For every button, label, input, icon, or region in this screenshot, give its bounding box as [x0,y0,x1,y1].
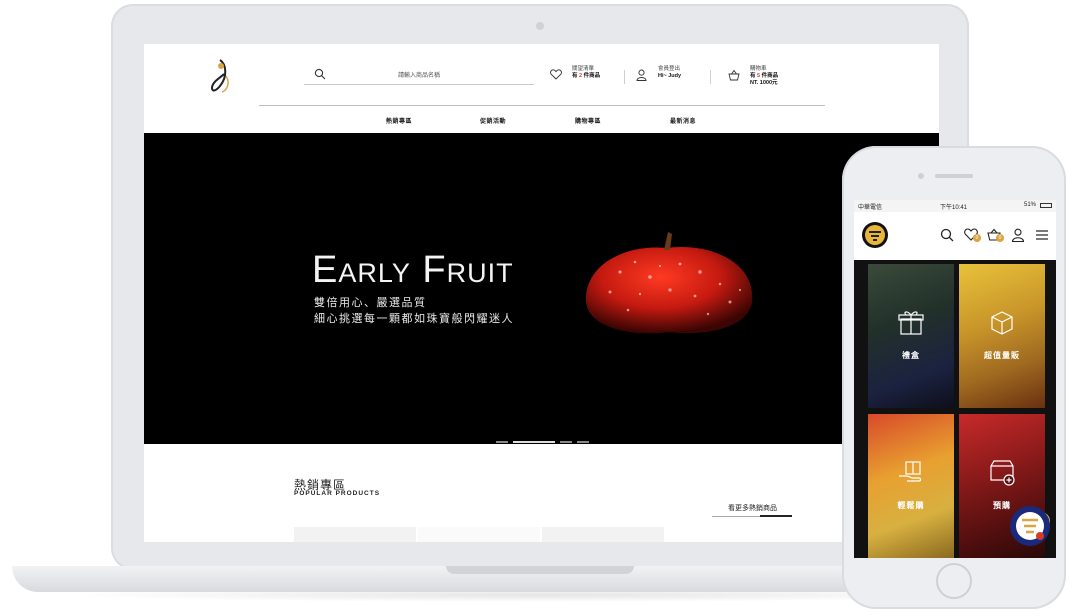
category-tile-gift[interactable]: 禮盒 [868,264,954,408]
box-add-icon [990,460,1015,486]
clock: 下午10:41 [940,205,968,211]
wishlist-button[interactable]: 0 [964,228,982,244]
category-tile-easy-buy[interactable]: 輕鬆購 [868,414,954,558]
floating-brand-badge[interactable] [1010,506,1050,546]
logo-mark-icon [865,225,885,245]
hero-banner[interactable]: Early Fruit 雙倍用心、嚴選品質 細心挑選每一顆都如珠寶般閃耀迷人 [144,133,939,444]
carousel-dot-active[interactable] [513,440,555,443]
heart-icon[interactable] [550,69,562,80]
wishlist-summary[interactable]: 關望清單 有 2 件商品 [572,66,600,90]
open-box-icon [991,311,1013,335]
carousel-dot[interactable] [496,440,508,443]
user-icon[interactable] [1011,228,1025,242]
carousel-dot[interactable] [560,440,572,443]
carousel-dot[interactable] [577,440,589,443]
search-icon[interactable] [940,228,954,242]
laptop-camera [536,22,544,30]
wishlist-label: 關望清單 [572,66,595,72]
category-label: 輕鬆購 [897,501,925,510]
cart-badge: 0 [996,234,1004,242]
mobile-header: 0 0 [854,212,1056,260]
mobile-website: 中華電信 下午10:41 51% 0 0 禮盒 超值量販 輕鬆購 預購 [854,200,1056,558]
more-link-underline-accent [760,515,792,517]
phone-speaker [935,174,973,178]
nav-promotions[interactable]: 促銷活動 [480,116,506,125]
hamburger-menu-icon[interactable] [1035,228,1049,242]
more-products-link[interactable]: 看更多熱銷商品 [728,503,777,513]
product-card[interactable] [542,527,664,542]
laptop-notch [446,566,634,574]
header-divider [624,70,625,84]
apple-image [585,232,753,334]
desktop-website: 請輸入商品名稱 關望清單 有 2 件商品 會員登出 Hi~ Judy 購物車 有… [144,44,939,542]
section-subtitle: POPULAR PRODUCTS [294,490,381,497]
category-tile-bulk[interactable]: 超值量販 [959,264,1045,408]
product-card[interactable] [294,527,416,542]
hand-box-icon [899,461,922,482]
nav-news[interactable]: 最新消息 [670,116,696,125]
nav-divider [259,105,825,106]
product-card[interactable] [418,527,540,542]
gift-box-icon [898,311,924,335]
nav-shopping[interactable]: 購物專區 [575,116,601,125]
brand-logo[interactable] [206,56,236,96]
phone-camera [918,173,924,179]
hero-title: Early Fruit [312,249,514,291]
hero-subtitle: 雙倍用心、嚴選品質 細心挑選每一顆都如珠寶般閃耀迷人 [314,295,514,327]
phone-home-button[interactable] [936,563,972,599]
wishlist-badge: 0 [973,234,981,242]
member-label: 會員登出 [658,66,681,72]
category-label: 超值量販 [984,351,1020,360]
battery-level: 51% [1024,202,1037,208]
cart-total: NT. 1000元 [750,80,778,86]
carrier-label: 中華電信 [858,205,883,211]
wishlist-value: 有 2 件商品 [572,73,601,79]
cart-summary[interactable]: 購物車 有 5 件商品 NT. 1000元 [750,66,778,96]
cart-value: 有 5 件商品 [750,73,779,79]
hero-line-2: 細心挑選每一顆都如珠寶般閃耀迷人 [314,313,514,325]
member-greeting: Hi~ Judy [658,73,682,79]
header-divider [710,70,711,84]
brand-logo[interactable] [862,222,888,248]
hero-line-1: 雙倍用心、嚴選品質 [314,297,427,309]
nav-hot[interactable]: 熱銷專區 [386,116,412,125]
search-bar[interactable]: 請輸入商品名稱 [304,66,534,85]
category-label: 禮盒 [902,351,920,360]
user-icon[interactable] [636,69,647,81]
cart-button[interactable]: 0 [987,228,1005,244]
battery-icon [1040,203,1052,208]
category-grid: 禮盒 超值量販 輕鬆購 預購 [854,260,1056,558]
search-input[interactable]: 請輸入商品名稱 [304,70,534,79]
status-bar: 中華電信 下午10:41 51% [854,200,1056,212]
cart-label: 購物車 [750,66,767,72]
brand-badge-icon [1011,507,1049,545]
member-summary[interactable]: 會員登出 Hi~ Judy [658,66,681,90]
basket-icon[interactable] [728,69,740,81]
carousel-dots[interactable] [496,433,594,451]
